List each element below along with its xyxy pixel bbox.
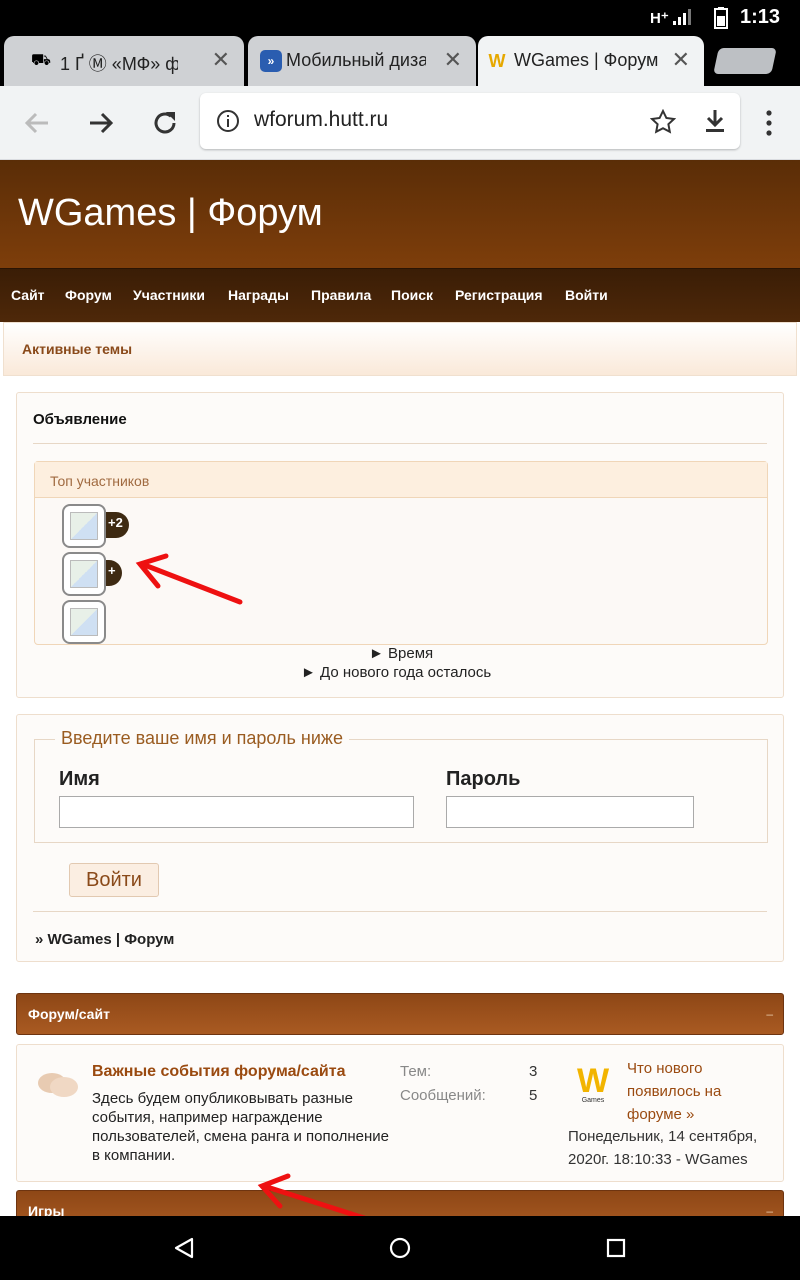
info-icon[interactable] [216, 109, 240, 133]
download-icon[interactable] [703, 108, 727, 134]
tab-label: 1 Ґ Ⓜ «МФ» форум [60, 54, 178, 74]
web-page: WGames | Форум Сайт Форум Участники Нагр… [0, 160, 800, 1216]
double-chevron-favicon-icon: » [260, 50, 282, 72]
close-tab-icon[interactable]: ✕ [444, 47, 462, 73]
signal-icon [673, 9, 691, 25]
tractor-favicon-icon: ⛟ [30, 52, 52, 69]
status-bar: H⁺ 1:13 [0, 0, 800, 34]
battery-icon [714, 7, 728, 29]
annotation-arrows [135, 553, 366, 1216]
address-bar[interactable]: wforum.hutt.ru [200, 93, 740, 149]
back-icon[interactable] [22, 108, 52, 138]
more-menu-icon[interactable] [762, 108, 776, 138]
nav-back-icon[interactable] [172, 1236, 196, 1260]
tab-mobile-design[interactable]: » Мобильный дизайн ✕ [248, 36, 476, 86]
w-favicon-icon: W [488, 51, 506, 71]
tab-label: Мобильный дизайн [286, 50, 426, 70]
new-tab-button[interactable] [713, 48, 777, 74]
browser-toolbar: wforum.hutt.ru [0, 86, 800, 160]
close-tab-icon[interactable]: ✕ [212, 47, 230, 73]
bookmark-star-icon[interactable] [650, 109, 676, 135]
network-indicator: H⁺ [650, 10, 669, 27]
annotation-arrow [257, 1173, 366, 1216]
tab-label: WGames | Форум [514, 50, 659, 70]
nav-home-icon[interactable] [388, 1236, 412, 1260]
url-text: wforum.hutt.ru [254, 108, 389, 131]
clock: 1:13 [740, 6, 781, 28]
tab-strip: ⛟ 1 Ґ Ⓜ «МФ» форум ✕ » Мобильный дизайн … [0, 34, 800, 86]
annotation-arrow [135, 553, 243, 605]
nav-recents-icon[interactable] [605, 1237, 627, 1259]
reload-icon[interactable] [150, 108, 180, 138]
tab-mf-forum[interactable]: ⛟ 1 Ґ Ⓜ «МФ» форум ✕ [4, 36, 244, 86]
tab-wgames[interactable]: W WGames | Форум ✕ [478, 36, 704, 86]
forward-icon[interactable] [86, 108, 116, 138]
close-tab-icon[interactable]: ✕ [672, 47, 690, 73]
system-nav-bar [0, 1216, 800, 1280]
